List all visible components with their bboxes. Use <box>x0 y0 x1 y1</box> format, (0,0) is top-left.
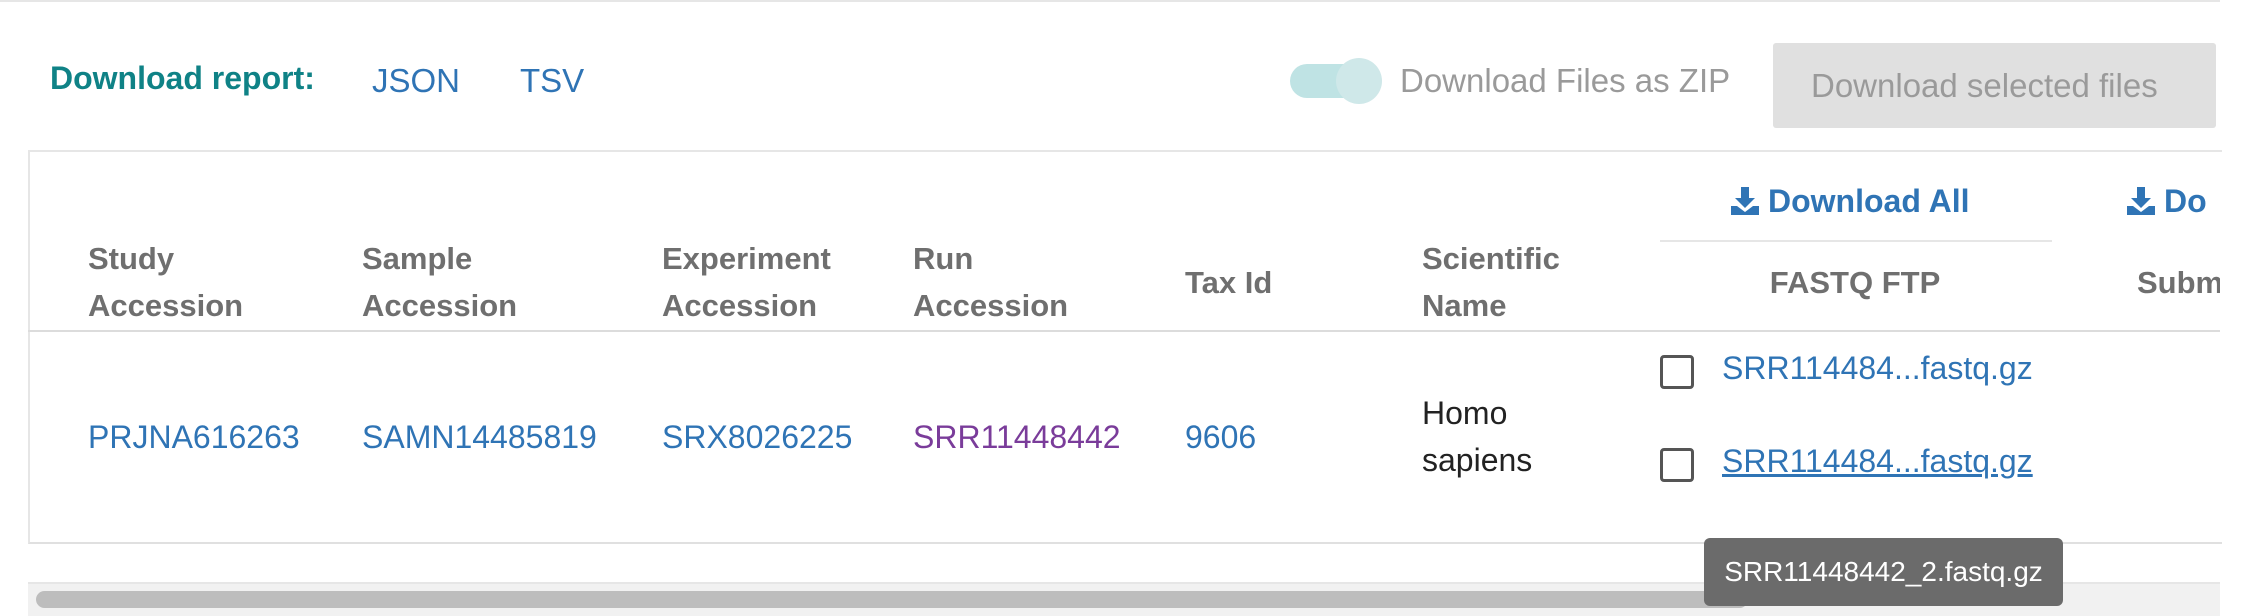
download-tsv-link[interactable]: TSV <box>520 62 584 100</box>
fastq-file-2-checkbox[interactable] <box>1660 448 1694 482</box>
download-icon <box>2126 186 2156 224</box>
column-header-experiment-accession[interactable]: Experiment Accession <box>662 235 882 329</box>
scientific-name-cell: Homo sapiens <box>1422 395 1533 478</box>
download-all-label: Download All <box>1768 183 1970 219</box>
tax-id-link[interactable]: 9606 <box>1185 414 1256 461</box>
download-submitted-button[interactable]: Do <box>2126 183 2220 224</box>
fastq-file-1-link[interactable]: SRR114484...fastq.gz <box>1722 350 2033 387</box>
fastq-file-2-link[interactable]: SRR114484...fastq.gz <box>1722 443 2033 480</box>
study-accession-link[interactable]: PRJNA616263 <box>88 414 300 461</box>
table-header-divider <box>28 330 2220 332</box>
column-header-study-accession[interactable]: Study Accession <box>88 235 288 329</box>
download-submitted-label: Do <box>2164 183 2207 219</box>
column-header-sample-accession[interactable]: Sample Accession <box>362 235 562 329</box>
fastq-file-1-checkbox[interactable] <box>1660 355 1694 389</box>
download-all-button[interactable]: Download All <box>1730 183 1969 224</box>
filename-tooltip: SRR11448442_2.fastq.gz <box>1704 538 2063 606</box>
column-header-fastq-ftp[interactable]: FASTQ FTP <box>1660 259 2050 306</box>
column-header-tax-id[interactable]: Tax Id <box>1185 259 1272 306</box>
download-report-label: Download report: <box>50 60 315 96</box>
fastq-header-divider <box>1660 240 2052 242</box>
zip-toggle-knob <box>1336 58 1382 104</box>
download-icon <box>1730 186 1760 224</box>
zip-toggle-label: Download Files as ZIP <box>1400 62 1731 99</box>
experiment-accession-link[interactable]: SRX8026225 <box>662 414 852 461</box>
zip-toggle[interactable] <box>1290 58 1382 104</box>
column-header-submitted[interactable]: Subm <box>2137 259 2220 306</box>
column-header-scientific-name[interactable]: Scientific Name <box>1422 235 1622 329</box>
column-header-run-accession[interactable]: Run Accession <box>913 235 1113 329</box>
horizontal-scrollbar-thumb[interactable] <box>36 591 1748 608</box>
sample-accession-link[interactable]: SAMN14485819 <box>362 414 597 461</box>
download-selected-files-button[interactable]: Download selected files <box>1773 43 2216 128</box>
run-accession-link[interactable]: SRR11448442 <box>913 414 1121 461</box>
top-divider <box>0 0 2220 2</box>
download-json-link[interactable]: JSON <box>372 62 460 100</box>
